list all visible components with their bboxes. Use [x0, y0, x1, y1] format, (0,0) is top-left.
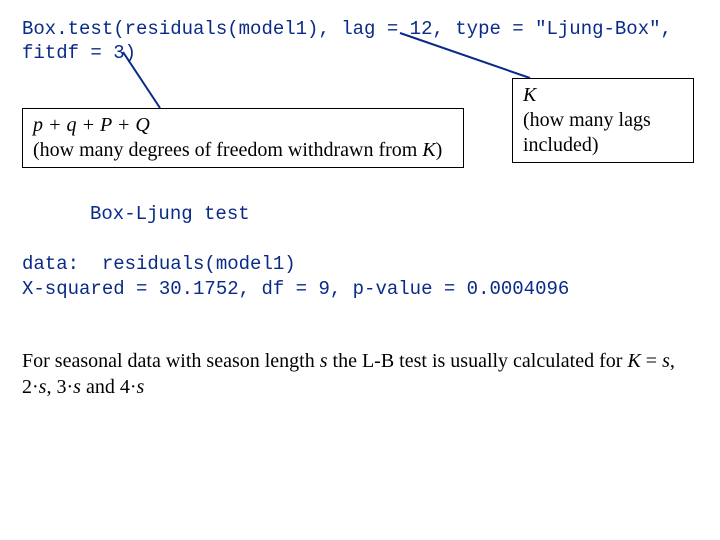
right-explain: (how many lags included) — [523, 108, 683, 158]
explain-K: K — [422, 139, 435, 161]
code-line-2: fitdf = 3) — [22, 42, 136, 64]
para-s5: s — [136, 376, 144, 398]
formula-pqPQ: p + q + P + Q — [33, 113, 453, 138]
explain-post: ) — [436, 139, 443, 161]
output-title: Box-Ljung test — [90, 203, 250, 225]
para-K: K — [627, 350, 640, 372]
para-c3: and 4· — [81, 376, 137, 398]
code-line-1: Box.test(residuals(model1), lag = 12, ty… — [22, 18, 672, 40]
annotation-left-explain: (how many degrees of freedom withdrawn f… — [33, 138, 453, 163]
para-s2: s — [662, 350, 670, 372]
para-s1: s — [320, 350, 328, 372]
para-mid1: the L-B test is usually calculated for — [328, 350, 628, 372]
para-s4: s — [73, 376, 81, 398]
annotation-right-box: K (how many lags included) — [512, 78, 694, 163]
paragraph: For seasonal data with season length s t… — [22, 348, 682, 400]
output-body-block: data: residuals(model1) X-squared = 30.1… — [22, 252, 569, 301]
output-title-block: Box-Ljung test — [90, 202, 250, 227]
slide: Box.test(residuals(model1), lag = 12, ty… — [0, 0, 720, 540]
right-K: K — [523, 83, 683, 108]
formula-text: p + q + P + Q — [33, 114, 150, 136]
para-c2: , 3· — [46, 376, 73, 398]
explain-pre: (how many degrees of freedom withdrawn f… — [33, 139, 422, 161]
output-data-line: data: residuals(model1) — [22, 253, 296, 275]
annotation-left-box: p + q + P + Q (how many degrees of freed… — [22, 108, 464, 168]
code-call: Box.test(residuals(model1), lag = 12, ty… — [22, 18, 672, 66]
output-stats-line: X-squared = 30.1752, df = 9, p-value = 0… — [22, 278, 569, 300]
para-eq: = — [641, 350, 662, 372]
para-pre: For seasonal data with season length — [22, 350, 320, 372]
